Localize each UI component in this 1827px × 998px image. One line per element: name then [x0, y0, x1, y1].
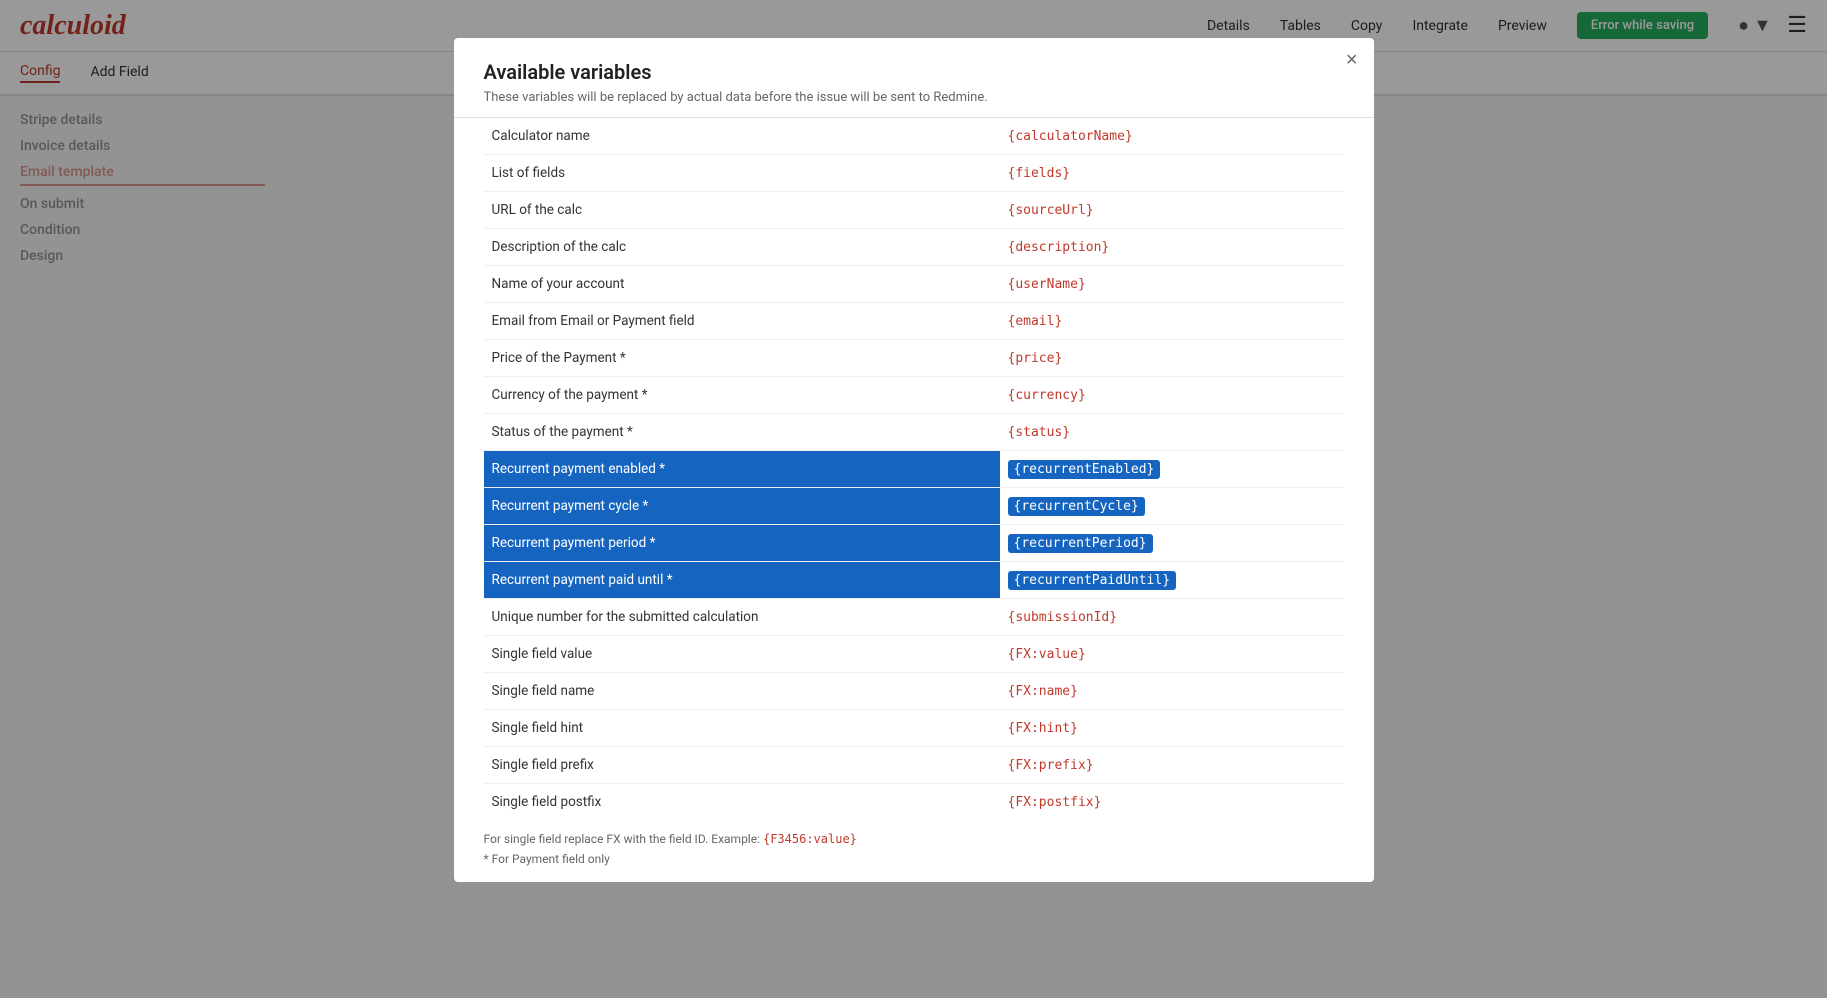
variable-code: {recurrentPaidUntil}: [1000, 562, 1344, 599]
variable-label: Email from Email or Payment field: [484, 303, 1000, 340]
table-row: Single field prefix{FX:prefix}: [484, 747, 1344, 784]
variable-label: Name of your account: [484, 266, 1000, 303]
variable-label: Single field value: [484, 636, 1000, 673]
table-row: Price of the Payment *{price}: [484, 340, 1344, 377]
variable-label: Single field prefix: [484, 747, 1000, 784]
table-row: URL of the calc{sourceUrl}: [484, 192, 1344, 229]
variable-code: {FX:hint}: [1000, 710, 1344, 747]
variable-label: Unique number for the submitted calculat…: [484, 599, 1000, 636]
variable-label: Price of the Payment *: [484, 340, 1000, 377]
variable-code: {fields}: [1000, 155, 1344, 192]
variable-code: {recurrentPeriod}: [1000, 525, 1344, 562]
table-row: Single field name{FX:name}: [484, 673, 1344, 710]
variable-code: {email}: [1000, 303, 1344, 340]
variable-label: Recurrent payment enabled *: [484, 451, 1000, 488]
modal-subtitle: These variables will be replaced by actu…: [484, 90, 1344, 105]
variable-code: {submissionId}: [1000, 599, 1344, 636]
table-row: Single field value{FX:value}: [484, 636, 1344, 673]
variable-label: Description of the calc: [484, 229, 1000, 266]
table-row: Currency of the payment *{currency}: [484, 377, 1344, 414]
variable-label: Status of the payment *: [484, 414, 1000, 451]
table-row: Email from Email or Payment field{email}: [484, 303, 1344, 340]
variable-code: {FX:name}: [1000, 673, 1344, 710]
variable-label: Single field name: [484, 673, 1000, 710]
table-row: Recurrent payment paid until *{recurrent…: [484, 562, 1344, 599]
table-row: Single field hint{FX:hint}: [484, 710, 1344, 747]
variable-label: Recurrent payment period *: [484, 525, 1000, 562]
table-row: Recurrent payment period *{recurrentPeri…: [484, 525, 1344, 562]
table-row: Recurrent payment enabled *{recurrentEna…: [484, 451, 1344, 488]
table-row: Name of your account{userName}: [484, 266, 1344, 303]
variable-label: Recurrent payment cycle *: [484, 488, 1000, 525]
modal-footer: For single field replace FX with the fie…: [454, 820, 1374, 882]
variables-table: Calculator name{calculatorName}List of f…: [484, 118, 1344, 820]
modal-body: Calculator name{calculatorName}List of f…: [454, 118, 1374, 820]
available-variables-modal: Available variables These variables will…: [454, 38, 1374, 882]
variable-code: {FX:postfix}: [1000, 784, 1344, 821]
variable-code: {status}: [1000, 414, 1344, 451]
table-row: Single field postfix{FX:postfix}: [484, 784, 1344, 821]
footer-note: For single field replace FX with the fie…: [484, 832, 1344, 846]
variable-label: Single field postfix: [484, 784, 1000, 821]
variable-label: Calculator name: [484, 118, 1000, 155]
variable-code: {currency}: [1000, 377, 1344, 414]
variable-label: List of fields: [484, 155, 1000, 192]
variable-label: Single field hint: [484, 710, 1000, 747]
footer-asterisk: * For Payment field only: [484, 852, 1344, 866]
modal-overlay: Available variables These variables will…: [0, 0, 1827, 998]
table-row: List of fields{fields}: [484, 155, 1344, 192]
variable-code: {userName}: [1000, 266, 1344, 303]
variable-code: {price}: [1000, 340, 1344, 377]
footer-example: {F3456:value}: [763, 832, 857, 846]
table-row: Description of the calc{description}: [484, 229, 1344, 266]
variable-label: URL of the calc: [484, 192, 1000, 229]
variable-code: {recurrentEnabled}: [1000, 451, 1344, 488]
table-row: Unique number for the submitted calculat…: [484, 599, 1344, 636]
variable-code: {description}: [1000, 229, 1344, 266]
variable-code: {FX:value}: [1000, 636, 1344, 673]
variable-code: {calculatorName}: [1000, 118, 1344, 155]
modal-title: Available variables: [484, 60, 1344, 84]
modal-header: Available variables These variables will…: [454, 38, 1374, 118]
variable-code: {recurrentCycle}: [1000, 488, 1344, 525]
modal-close-button[interactable]: ×: [1346, 50, 1358, 70]
variable-label: Recurrent payment paid until *: [484, 562, 1000, 599]
table-row: Recurrent payment cycle *{recurrentCycle…: [484, 488, 1344, 525]
variable-code: {FX:prefix}: [1000, 747, 1344, 784]
variable-label: Currency of the payment *: [484, 377, 1000, 414]
table-row: Calculator name{calculatorName}: [484, 118, 1344, 155]
table-row: Status of the payment *{status}: [484, 414, 1344, 451]
variable-code: {sourceUrl}: [1000, 192, 1344, 229]
